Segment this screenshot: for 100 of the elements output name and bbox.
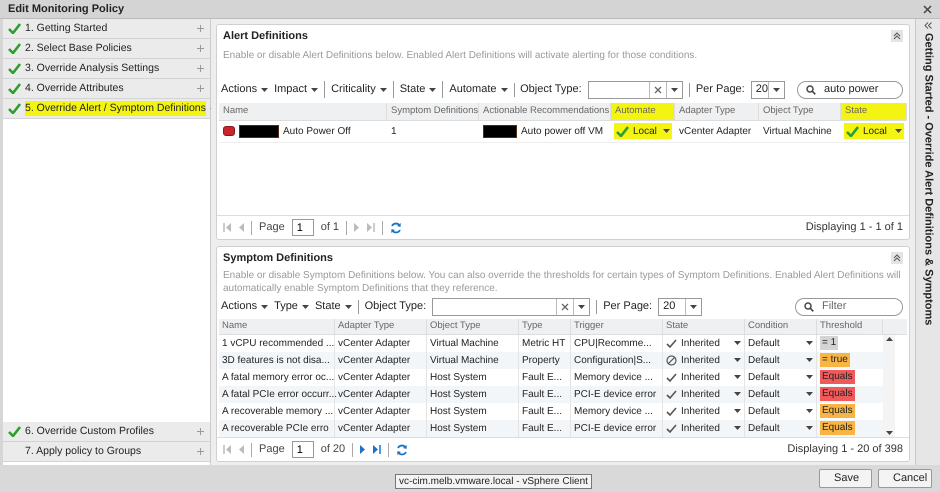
expand-icon [197,25,204,32]
caret-icon [344,304,352,308]
step-item[interactable]: 3. Override Analysis Settings [3,59,210,79]
object-type-field[interactable] [432,298,590,316]
caret-icon [734,392,741,396]
check-icon [8,23,21,34]
caret-icon [806,409,813,413]
search-input[interactable]: auto power [824,81,894,98]
state-dropdown[interactable]: Inherited [663,420,745,436]
page-count: of 20 [320,442,346,458]
field-label: Object Type: [364,299,426,314]
dropdown-cell[interactable]: Local [611,120,675,142]
step-item[interactable]: 2. Select Base Policies [3,39,210,59]
menu-button[interactable]: State [314,298,352,315]
last-page-icon[interactable] [373,445,382,454]
scroll-down-icon[interactable] [886,430,892,434]
scrollbar[interactable] [883,334,895,436]
page-field[interactable]: 1 [292,441,314,458]
column-header[interactable]: Type [519,318,571,334]
table-cell: Auto power off VM [479,120,611,142]
column-header[interactable]: Symptom Definitions [387,102,479,120]
step-item[interactable]: 6. Override Custom Profiles [3,422,210,442]
redaction-block [483,124,517,138]
panel-description: Enable or disable Symptom Definitions below. You can also override the thresholds for certain types of Symptom Definitions. Enabled Alert Definitions will automatically enable Symptom Definitions that they reference. [222,268,902,294]
check-icon [666,372,677,382]
step-item[interactable]: 7. Apply policy to Groups [3,442,210,462]
menu-button[interactable]: Type [274,298,309,315]
column-header[interactable]: Trigger [571,318,663,334]
per-page-combo[interactable]: 20 [750,80,785,98]
check-icon [8,426,21,437]
menu-button[interactable]: Criticality [324,81,387,98]
collapse-icon[interactable] [891,252,903,264]
check-icon [8,103,21,114]
display-summary: Displaying 1 - 20 of 398 [787,442,903,458]
search-field[interactable]: Filter [795,298,903,316]
check-icon [846,126,859,136]
table-cell: Fault E... [519,420,571,436]
column-header[interactable]: Adapter Type [335,318,427,334]
threshold-tag: Equals [820,404,855,418]
display-summary: Displaying 1 - 1 of 1 [806,220,903,236]
check-icon [666,390,677,398]
collapse-icon[interactable] [891,30,903,42]
page-label: Page [259,220,285,236]
column-header[interactable]: Name [219,102,387,120]
next-page-icon[interactable] [360,445,366,454]
panel-title: Symptom Definitions [223,251,334,266]
column-header[interactable]: Adapter Type [675,102,759,120]
check-icon [8,63,21,74]
column-header[interactable]: Condition [745,318,817,334]
step-item[interactable]: 1. Getting Started [3,19,210,39]
caret-icon [261,88,268,92]
check-icon [666,406,677,416]
scroll-up-icon[interactable] [886,336,892,340]
field-label: Per Page: [696,82,745,98]
threshold-tag: Equals [820,387,855,401]
menu-button[interactable]: Automate [442,81,508,98]
column-header[interactable]: Threshold [817,318,883,334]
menu-button[interactable]: Impact [274,81,318,98]
field-label: Object Type: [520,82,582,98]
condition-dropdown[interactable]: Default [745,420,817,436]
threshold-tag: Equals [820,370,855,384]
threshold-tag: Equals [820,421,855,435]
caret-icon [500,88,508,92]
search-input[interactable]: Filter [822,298,892,315]
table-cell-text: 1 [390,124,398,138]
caret-icon [806,426,813,430]
side-panel-title: Getting Started - Override Alert Definitions & Symptoms [921,33,936,326]
search-icon [806,84,816,94]
column-header[interactable]: Automate [611,102,675,120]
column-header[interactable]: Object Type [427,318,519,334]
check-icon [666,338,677,348]
panel-title: Alert Definitions [223,29,308,44]
expand-icon [197,85,204,92]
column-header[interactable]: State [841,102,907,120]
step-item[interactable]: 5. Override Alert / Symptom Definitions [3,99,210,119]
caret-icon [806,358,813,362]
caret-icon [663,129,670,133]
refresh-icon[interactable] [396,444,408,456]
cancel-button[interactable]: Cancel [878,469,932,488]
refresh-icon[interactable] [390,222,402,234]
column-header[interactable]: State [663,318,745,334]
dropdown-cell[interactable]: Local [841,120,907,142]
threshold-tag: = true [820,353,850,367]
step-item[interactable]: 4. Override Attributes [3,79,210,99]
save-button[interactable]: Save [819,469,872,488]
caret-icon [734,358,741,362]
column-header[interactable]: Name [219,318,335,334]
field-label: Per Page: [603,299,652,314]
close-icon[interactable] [923,4,932,14]
menu-button[interactable]: Actions [221,81,268,98]
caret-icon [734,426,741,430]
object-type-field[interactable] [588,80,684,98]
page-field[interactable]: 1 [292,219,314,236]
menu-button[interactable]: Actions [221,298,268,315]
caret-icon [261,304,268,308]
per-page-combo[interactable]: 20 [658,298,702,316]
caret-icon [734,375,741,379]
menu-button[interactable]: State [392,81,436,98]
search-field[interactable]: auto power [796,80,903,98]
expand-icon[interactable] [924,22,932,29]
